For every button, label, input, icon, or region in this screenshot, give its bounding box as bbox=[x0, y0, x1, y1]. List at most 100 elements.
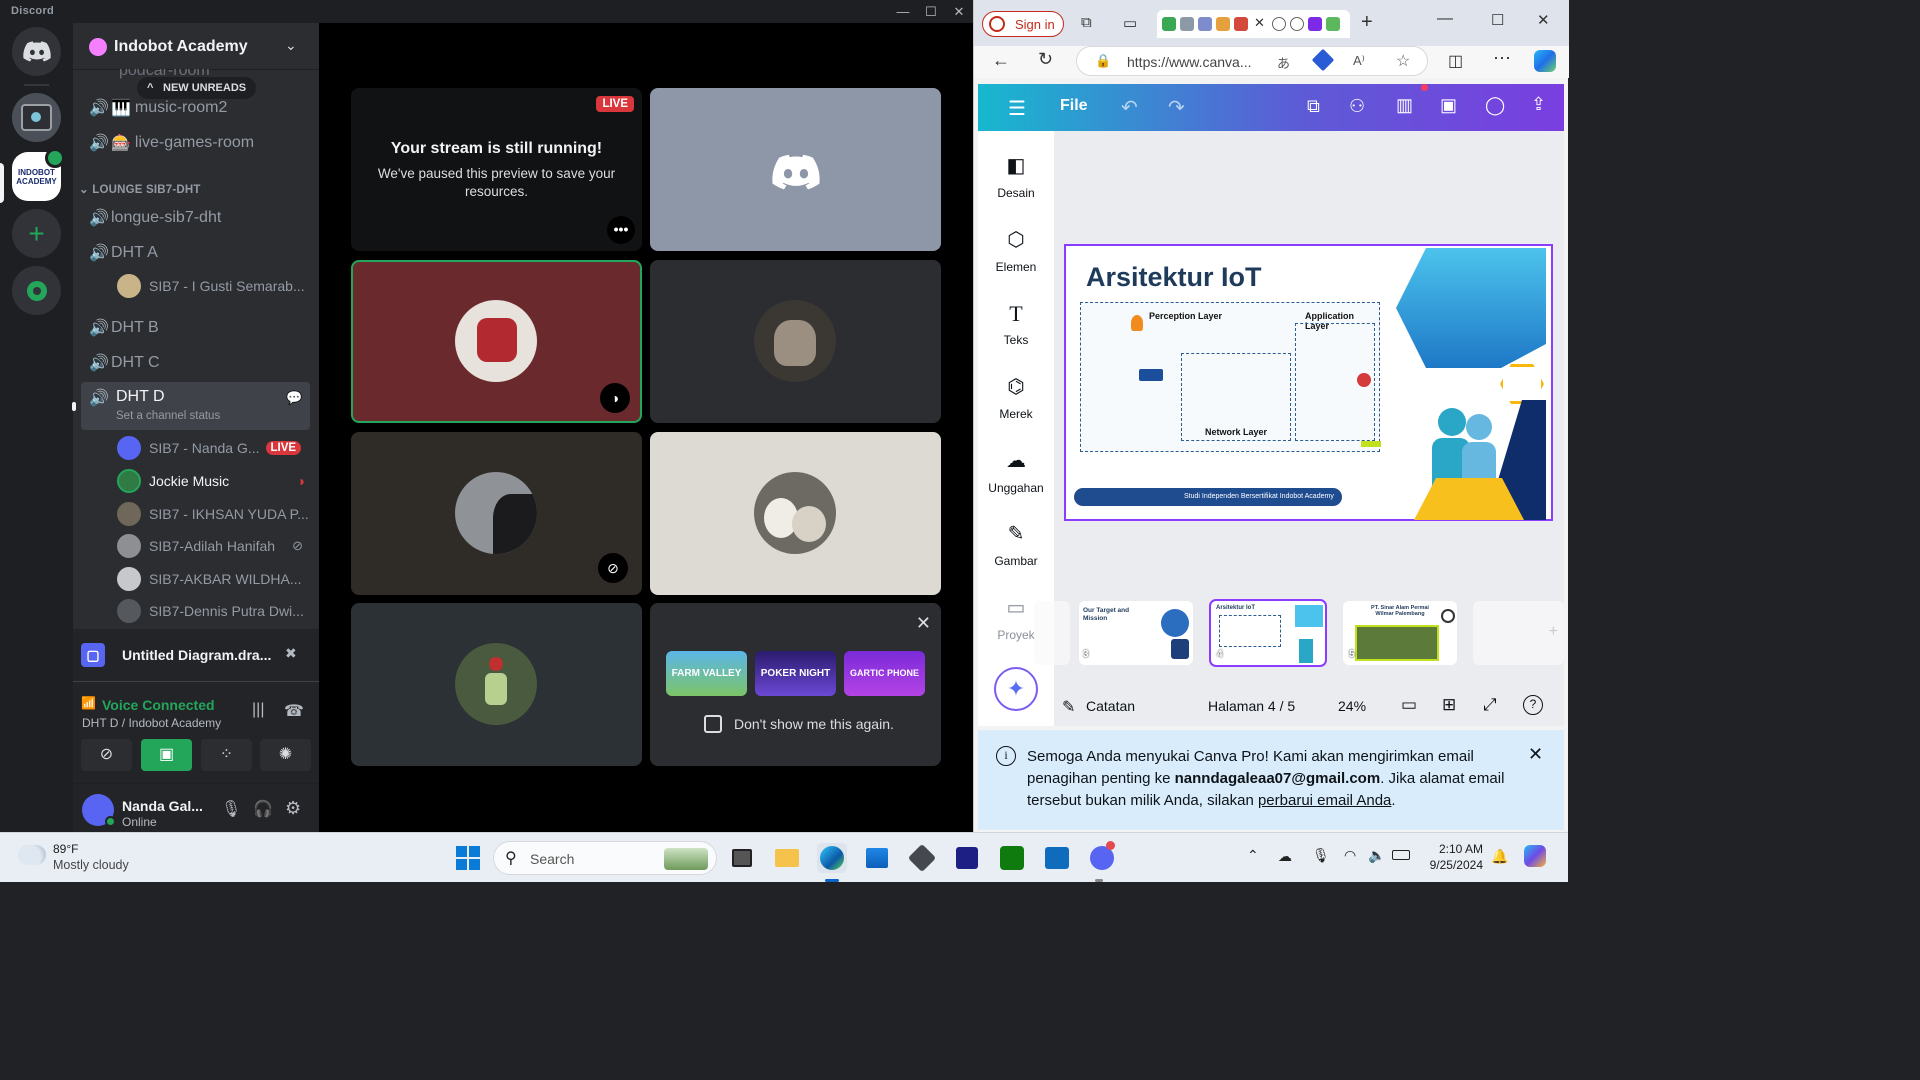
present-icon[interactable]: ▣ bbox=[1440, 95, 1457, 116]
voice-user[interactable]: SIB7 - IKHSAN YUDA P... bbox=[117, 499, 309, 529]
weather-desc[interactable]: Mostly cloudy bbox=[53, 858, 129, 872]
close-button[interactable]: ✕ bbox=[1537, 11, 1550, 29]
slide-thumbnail-partial[interactable]: + bbox=[1473, 601, 1564, 665]
server-header[interactable]: Indobot Academy ⌄ bbox=[73, 23, 319, 70]
more-icon[interactable]: ⋯ bbox=[1493, 48, 1511, 69]
channel-dht-b[interactable]: 🔊 DHT B bbox=[81, 311, 310, 345]
close-icon[interactable]: ✕ bbox=[916, 613, 931, 634]
resize-icon[interactable]: ⧉ bbox=[1307, 96, 1320, 117]
app-cube-icon[interactable] bbox=[907, 843, 937, 873]
slide-thumbnail-5[interactable]: PT. Sinar Alam Permai Wilmar Palembang 5 bbox=[1343, 601, 1457, 665]
channel-live-games-room[interactable]: 🔊 🎰 live-games-room bbox=[81, 126, 310, 160]
copilot-icon[interactable] bbox=[1534, 50, 1556, 72]
page-indicator[interactable]: Halaman 4 / 5 bbox=[1208, 698, 1295, 714]
zoom-level[interactable]: 24% bbox=[1338, 698, 1366, 714]
chevron-up-icon[interactable]: ⌃ bbox=[1247, 847, 1259, 864]
sidebar-item-gambar[interactable]: ✎ Gambar bbox=[978, 521, 1054, 568]
user-tile[interactable] bbox=[650, 432, 941, 595]
server-icon-robotics[interactable] bbox=[12, 93, 61, 142]
notes-button[interactable]: Catatan bbox=[1086, 698, 1135, 714]
minimize-button[interactable]: — bbox=[1437, 10, 1453, 28]
noise-suppression-icon[interactable]: ||| bbox=[252, 701, 264, 719]
close-icon[interactable]: ✕ bbox=[1528, 744, 1543, 765]
close-button[interactable]: ✕ bbox=[946, 2, 972, 21]
fullscreen-icon[interactable]: ⤢ bbox=[1483, 695, 1497, 715]
maximize-button[interactable]: ☐ bbox=[1491, 11, 1504, 29]
copilot-taskbar-icon[interactable] bbox=[1524, 845, 1546, 867]
maximize-button[interactable]: ☐ bbox=[918, 2, 944, 21]
workspaces-icon[interactable]: ⧉ bbox=[1081, 14, 1092, 31]
microphone-icon[interactable]: 🎙 bbox=[221, 799, 241, 819]
add-server-button[interactable]: + bbox=[12, 209, 61, 258]
channel-longue-sib7-dht[interactable]: 🔊 longue-sib7-dht bbox=[81, 201, 310, 235]
game-card-farm-valley[interactable]: FARM VALLEY bbox=[666, 651, 747, 696]
notes-icon[interactable]: ✎ bbox=[1062, 697, 1075, 717]
chevron-down-icon[interactable]: ⌄ bbox=[285, 37, 297, 54]
refresh-icon[interactable]: ↻ bbox=[1038, 49, 1053, 70]
sidebar-item-teks[interactable]: T Teks bbox=[978, 301, 1054, 347]
outlook-icon[interactable] bbox=[1042, 843, 1072, 873]
help-icon[interactable]: ? bbox=[1523, 695, 1543, 715]
category-lounge[interactable]: ⌄ LOUNGE SIB7-DHT bbox=[79, 182, 201, 196]
battery-icon[interactable] bbox=[1392, 850, 1410, 860]
minimize-button[interactable]: — bbox=[890, 2, 916, 21]
tab-strip[interactable]: ✕ bbox=[1157, 10, 1350, 38]
voice-user[interactable]: SIB7 - Nanda G... LIVE bbox=[117, 433, 309, 463]
file-menu[interactable]: File bbox=[1060, 97, 1088, 115]
sidebar-item-unggahan[interactable]: ☁ Unggahan bbox=[978, 448, 1054, 495]
wifi-icon[interactable]: ◠ bbox=[1344, 847, 1356, 864]
start-button[interactable] bbox=[453, 843, 483, 873]
visual-studio-icon[interactable] bbox=[952, 843, 982, 873]
channel-dht-a[interactable]: 🔊 DHT A bbox=[81, 236, 310, 270]
chat-bubble-icon[interactable]: 💬 bbox=[286, 390, 302, 406]
user-tile[interactable]: ⊘ bbox=[351, 432, 642, 595]
disconnect-icon[interactable]: ☎ bbox=[284, 701, 304, 721]
onedrive-icon[interactable]: ☁ bbox=[1278, 848, 1292, 865]
notifications-bell-icon[interactable]: 🔔 bbox=[1491, 848, 1508, 865]
undo-icon[interactable]: ↶ bbox=[1121, 95, 1138, 120]
sidebar-item-merek[interactable]: ⌬ Merek bbox=[978, 374, 1054, 421]
sidebar-item-desain[interactable]: ◧ Desain bbox=[978, 153, 1054, 200]
redo-icon[interactable]: ↷ bbox=[1168, 95, 1185, 120]
activities-button[interactable]: ⁘ bbox=[201, 739, 252, 771]
volume-icon[interactable]: 🔈 bbox=[1368, 847, 1385, 864]
server-icon-indobot-academy[interactable]: INDOBOT ACADEMY bbox=[12, 148, 65, 201]
share-people-icon[interactable]: ⚇ bbox=[1349, 96, 1365, 117]
stream-tile[interactable]: LIVE Your stream is still running! We've… bbox=[351, 88, 642, 251]
xbox-icon[interactable] bbox=[997, 843, 1027, 873]
store-icon[interactable] bbox=[862, 843, 892, 873]
gear-icon[interactable]: ⚙ bbox=[285, 798, 301, 819]
weather-temp[interactable]: 89°F bbox=[53, 842, 78, 856]
slide-thumbnail-4[interactable]: Arsitektur IoT 4 bbox=[1209, 599, 1327, 667]
sign-in-button[interactable]: Sign in bbox=[982, 11, 1064, 37]
slide-canvas[interactable]: Arsitektur IoT Perception Layer Applicat… bbox=[1064, 244, 1553, 521]
comment-icon[interactable]: ◯ bbox=[1485, 95, 1505, 116]
tab-actions-icon[interactable]: ▭ bbox=[1123, 14, 1137, 32]
channel-dht-d[interactable]: 🔊 DHT D Set a channel status 💬 bbox=[81, 382, 310, 430]
user-tile[interactable] bbox=[351, 603, 642, 766]
discover-button[interactable] bbox=[12, 266, 61, 315]
new-tab-icon[interactable]: + bbox=[1361, 11, 1373, 34]
insights-icon[interactable]: ▥ bbox=[1396, 95, 1413, 116]
slide-thumbnail-3[interactable]: Our Target and Mission 3 bbox=[1079, 601, 1193, 665]
update-email-link[interactable]: perbarui email Anda bbox=[1258, 792, 1391, 809]
slide-thumbnail-partial[interactable] bbox=[1034, 601, 1070, 665]
menu-icon[interactable]: ☰ bbox=[1008, 96, 1026, 121]
voice-user[interactable]: Jockie Music ◑ bbox=[117, 466, 309, 496]
headphones-icon[interactable]: 🎧 bbox=[253, 799, 273, 819]
screen-share-button[interactable]: ▣ bbox=[141, 739, 192, 771]
dont-show-checkbox[interactable] bbox=[704, 715, 722, 733]
soundboard-button[interactable]: ✺ bbox=[260, 739, 311, 771]
channel-dht-c[interactable]: 🔊 DHT C bbox=[81, 346, 310, 380]
user-tile-speaking[interactable]: ◑ bbox=[351, 260, 642, 423]
game-card-gartic-phone[interactable]: GARTIC PHONE bbox=[844, 651, 925, 696]
voice-user[interactable]: SIB7-AKBAR WILDHA... bbox=[117, 564, 309, 594]
weather-cloud-icon[interactable] bbox=[18, 845, 46, 865]
file-explorer-icon[interactable] bbox=[772, 843, 802, 873]
clock-time[interactable]: 2:10 AM bbox=[1425, 842, 1483, 856]
grid-view-icon[interactable]: ⊞ bbox=[1442, 695, 1456, 715]
camera-off-button[interactable]: ⊘ bbox=[81, 739, 132, 771]
direct-messages-button[interactable] bbox=[12, 27, 61, 76]
taskbar-search[interactable]: ⚲ Search bbox=[493, 841, 717, 875]
game-card-poker-night[interactable]: POKER NIGHT bbox=[755, 651, 836, 696]
